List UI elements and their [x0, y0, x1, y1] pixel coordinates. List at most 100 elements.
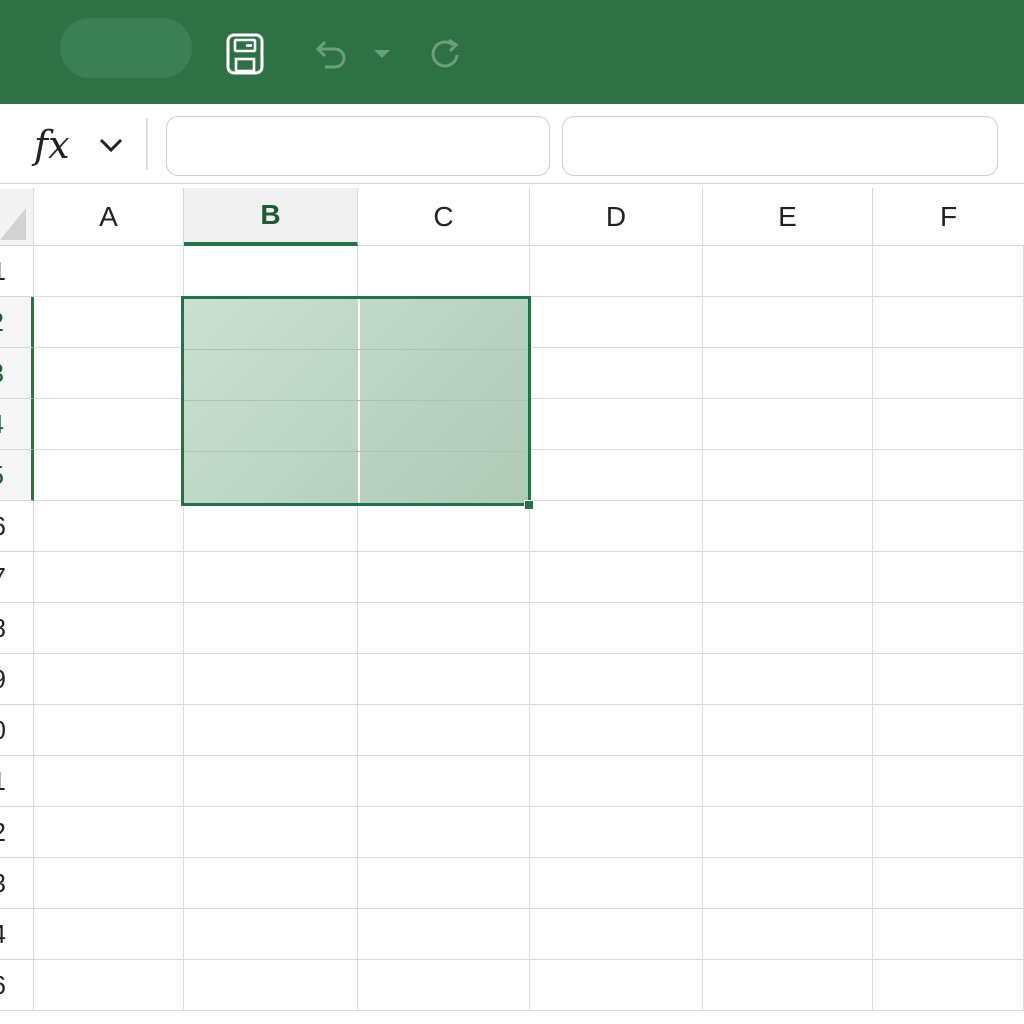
- cell-d6[interactable]: [530, 501, 703, 552]
- cell-c6[interactable]: [358, 501, 530, 552]
- cell-b4[interactable]: [184, 399, 358, 450]
- cell-f3[interactable]: [873, 348, 1024, 399]
- cell-a6[interactable]: [34, 501, 184, 552]
- cell-f7[interactable]: [873, 552, 1024, 603]
- cell-a2[interactable]: [34, 297, 184, 348]
- row-header-6[interactable]: 6: [0, 501, 34, 552]
- row-header-4[interactable]: 4: [0, 399, 34, 450]
- row-header-9[interactable]: 9: [0, 654, 34, 705]
- cell-e4[interactable]: [703, 399, 873, 450]
- cell-a3[interactable]: [34, 348, 184, 399]
- cell-a11[interactable]: [34, 756, 184, 807]
- cell-d14[interactable]: [530, 909, 703, 960]
- cell-d9[interactable]: [530, 654, 703, 705]
- cell-f12[interactable]: [873, 807, 1024, 858]
- cell-d7[interactable]: [530, 552, 703, 603]
- cell-b10[interactable]: [184, 705, 358, 756]
- cell-e3[interactable]: [703, 348, 873, 399]
- row-header-1[interactable]: 1: [0, 246, 34, 297]
- cell-b6[interactable]: [184, 501, 358, 552]
- cell-c16[interactable]: [358, 960, 530, 1011]
- column-header-e[interactable]: E: [703, 188, 873, 246]
- cell-a16[interactable]: [34, 960, 184, 1011]
- formula-input[interactable]: [562, 116, 998, 176]
- cell-b12[interactable]: [184, 807, 358, 858]
- column-header-a[interactable]: A: [34, 188, 184, 246]
- cell-d5[interactable]: [530, 450, 703, 501]
- cell-f13[interactable]: [873, 858, 1024, 909]
- cell-d8[interactable]: [530, 603, 703, 654]
- cell-a4[interactable]: [34, 399, 184, 450]
- cell-f2[interactable]: [873, 297, 1024, 348]
- fx-label[interactable]: fx: [34, 120, 84, 170]
- cell-b9[interactable]: [184, 654, 358, 705]
- row-header-2[interactable]: 2: [0, 297, 34, 348]
- cell-d11[interactable]: [530, 756, 703, 807]
- cell-f11[interactable]: [873, 756, 1024, 807]
- cell-f10[interactable]: [873, 705, 1024, 756]
- cell-e14[interactable]: [703, 909, 873, 960]
- row-header-3[interactable]: 3: [0, 348, 34, 399]
- name-box-input[interactable]: [166, 116, 550, 176]
- cell-b7[interactable]: [184, 552, 358, 603]
- cell-f14[interactable]: [873, 909, 1024, 960]
- cell-a10[interactable]: [34, 705, 184, 756]
- cell-e7[interactable]: [703, 552, 873, 603]
- cell-d4[interactable]: [530, 399, 703, 450]
- cell-c9[interactable]: [358, 654, 530, 705]
- row-header-11[interactable]: 11: [0, 756, 34, 807]
- undo-button[interactable]: [308, 34, 354, 74]
- cell-a1[interactable]: [34, 246, 184, 297]
- cell-c8[interactable]: [358, 603, 530, 654]
- cell-c14[interactable]: [358, 909, 530, 960]
- cell-b14[interactable]: [184, 909, 358, 960]
- cell-a14[interactable]: [34, 909, 184, 960]
- row-header-10[interactable]: 10: [0, 705, 34, 756]
- cell-c11[interactable]: [358, 756, 530, 807]
- cell-d2[interactable]: [530, 297, 703, 348]
- cell-b16[interactable]: [184, 960, 358, 1011]
- column-header-c[interactable]: C: [358, 188, 530, 246]
- cell-b3[interactable]: [184, 348, 358, 399]
- cell-f16[interactable]: [873, 960, 1024, 1011]
- cell-e13[interactable]: [703, 858, 873, 909]
- fill-handle[interactable]: [524, 500, 534, 510]
- fx-dropdown-button[interactable]: [96, 130, 126, 160]
- cell-b8[interactable]: [184, 603, 358, 654]
- cell-c10[interactable]: [358, 705, 530, 756]
- row-header-16[interactable]: 16: [0, 960, 34, 1011]
- cell-c5[interactable]: [358, 450, 530, 501]
- cell-d1[interactable]: [530, 246, 703, 297]
- cell-f5[interactable]: [873, 450, 1024, 501]
- cell-e16[interactable]: [703, 960, 873, 1011]
- cell-c2[interactable]: [358, 297, 530, 348]
- cell-a7[interactable]: [34, 552, 184, 603]
- cell-e1[interactable]: [703, 246, 873, 297]
- cell-b11[interactable]: [184, 756, 358, 807]
- cell-d12[interactable]: [530, 807, 703, 858]
- cell-c7[interactable]: [358, 552, 530, 603]
- save-button[interactable]: [222, 30, 268, 78]
- cell-e5[interactable]: [703, 450, 873, 501]
- cell-d10[interactable]: [530, 705, 703, 756]
- cell-e9[interactable]: [703, 654, 873, 705]
- cell-a12[interactable]: [34, 807, 184, 858]
- cell-e11[interactable]: [703, 756, 873, 807]
- cell-c13[interactable]: [358, 858, 530, 909]
- select-all-button[interactable]: [0, 188, 34, 246]
- cell-c1[interactable]: [358, 246, 530, 297]
- cell-b5[interactable]: [184, 450, 358, 501]
- cell-a8[interactable]: [34, 603, 184, 654]
- cell-d16[interactable]: [530, 960, 703, 1011]
- cell-d3[interactable]: [530, 348, 703, 399]
- cell-a5[interactable]: [34, 450, 184, 501]
- cell-e10[interactable]: [703, 705, 873, 756]
- row-header-5[interactable]: 5: [0, 450, 34, 501]
- row-header-14[interactable]: 14: [0, 909, 34, 960]
- cell-c12[interactable]: [358, 807, 530, 858]
- cell-b1[interactable]: [184, 246, 358, 297]
- cell-c3[interactable]: [358, 348, 530, 399]
- cell-a9[interactable]: [34, 654, 184, 705]
- column-header-d[interactable]: D: [530, 188, 703, 246]
- cell-f8[interactable]: [873, 603, 1024, 654]
